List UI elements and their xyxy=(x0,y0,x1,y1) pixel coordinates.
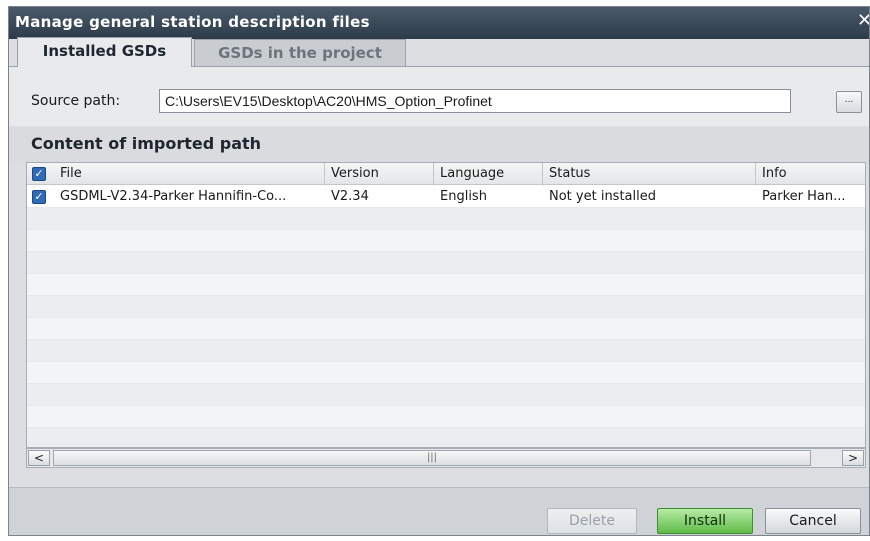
button-bar: Delete Install Cancel xyxy=(9,487,869,535)
version-cell: V2.34 xyxy=(331,189,369,204)
cancel-button[interactable]: Cancel xyxy=(765,508,861,534)
empty-row xyxy=(27,406,865,428)
close-icon[interactable]: ✕ xyxy=(857,10,869,31)
content-section-header: Content of imported path xyxy=(9,127,869,163)
column-header-file[interactable]: File xyxy=(54,163,325,185)
source-path-label: Source path: xyxy=(31,93,121,109)
info-cell: Parker Han... xyxy=(762,189,846,204)
table-header: ✓ File Version Language Status Info xyxy=(27,163,865,185)
empty-row xyxy=(27,296,865,318)
horizontal-scrollbar[interactable]: < ||| > xyxy=(26,448,866,468)
browse-button[interactable]: ... xyxy=(836,91,862,113)
column-header-language[interactable]: Language xyxy=(434,163,543,185)
language-cell: English xyxy=(440,189,487,204)
empty-row xyxy=(27,208,865,230)
empty-row xyxy=(27,362,865,384)
dialog-title: Manage general station description files xyxy=(15,13,370,31)
title-bar: Manage general station description files… xyxy=(9,7,869,39)
scroll-thumb[interactable]: ||| xyxy=(53,450,811,466)
install-button[interactable]: Install xyxy=(657,508,753,534)
source-panel: Source path: C:\Users\EV15\Desktop\AC20\… xyxy=(9,66,869,126)
column-header-status[interactable]: Status xyxy=(543,163,756,185)
empty-row xyxy=(27,252,865,274)
status-cell: Not yet installed xyxy=(549,189,656,204)
content-title: Content of imported path xyxy=(31,134,262,153)
table-row[interactable]: ✓ GSDML-V2.34-Parker Hannifin-Co... V2.3… xyxy=(27,186,865,208)
manage-gsd-dialog: Manage general station description files… xyxy=(8,6,870,536)
gsd-table: ✓ File Version Language Status Info ✓ GS… xyxy=(26,162,866,448)
column-header-info[interactable]: Info xyxy=(756,163,865,185)
column-header-version[interactable]: Version xyxy=(325,163,434,185)
empty-row xyxy=(27,340,865,362)
scroll-right-icon[interactable]: > xyxy=(842,450,864,466)
source-path-input[interactable]: C:\Users\EV15\Desktop\AC20\HMS_Option_Pr… xyxy=(159,89,791,113)
empty-row xyxy=(27,230,865,252)
scroll-left-icon[interactable]: < xyxy=(28,450,50,466)
tab-installed-gsds[interactable]: Installed GSDs xyxy=(17,37,192,67)
select-all-checkbox[interactable]: ✓ xyxy=(32,167,46,181)
row-checkbox[interactable]: ✓ xyxy=(32,190,46,204)
file-cell: GSDML-V2.34-Parker Hannifin-Co... xyxy=(60,189,287,204)
tab-gsds-in-project[interactable]: GSDs in the project xyxy=(194,39,406,67)
delete-button[interactable]: Delete xyxy=(547,508,637,534)
empty-row xyxy=(27,384,865,406)
empty-row xyxy=(27,274,865,296)
empty-row xyxy=(27,428,865,447)
empty-row xyxy=(27,318,865,340)
